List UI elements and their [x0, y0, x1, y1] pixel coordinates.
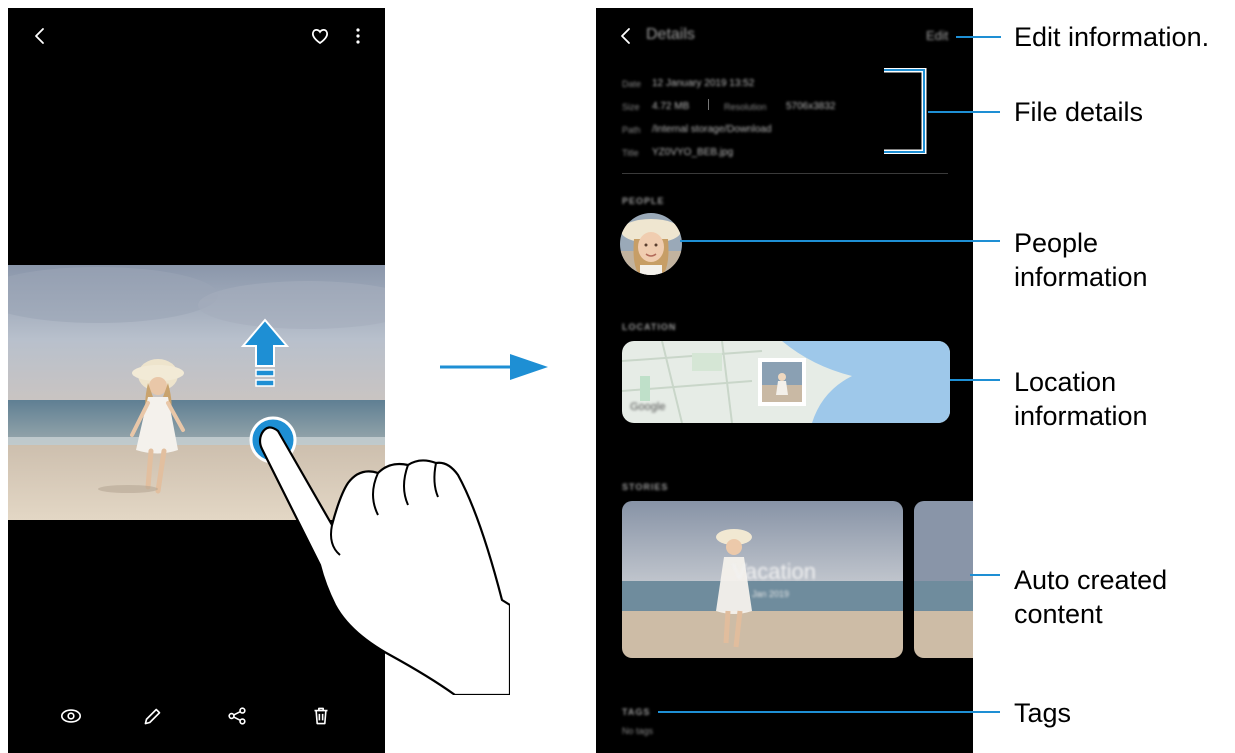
tags-value: No tags — [622, 726, 654, 736]
page-title: Details — [646, 26, 695, 43]
transition-arrow-icon — [440, 352, 550, 382]
callout-line: information — [1014, 262, 1148, 292]
size-value: 4.72 MB — [652, 101, 690, 112]
leader-line — [950, 379, 1000, 381]
google-logo: Google — [630, 401, 666, 413]
title-label: Title — [622, 148, 639, 158]
share-icon[interactable] — [224, 703, 250, 729]
edit-button[interactable]: Edit — [926, 28, 948, 43]
title-value: YZ0VYO_BEB.jpg — [652, 147, 734, 158]
divider — [622, 173, 948, 174]
story-date: Jan 2019 — [752, 589, 790, 599]
date-value: 12 January 2019 13:52 — [652, 78, 755, 89]
file-details-bracket — [884, 67, 928, 155]
location-map[interactable]: Google — [622, 341, 950, 423]
callout-file-details: File details — [1014, 97, 1144, 127]
date-label: Date — [622, 79, 642, 89]
story-card[interactable] — [914, 501, 973, 658]
back-icon[interactable] — [614, 24, 638, 48]
callout-auto-created-content: Auto created content — [1014, 563, 1167, 631]
resolution-label: Resolution — [724, 102, 767, 112]
location-section-label: LOCATION — [622, 322, 677, 332]
finger-touch-illustration-icon — [240, 405, 512, 697]
leader-line — [970, 574, 1000, 576]
callout-location-information: Location information — [1014, 365, 1148, 433]
heart-icon[interactable] — [308, 24, 332, 48]
tags-section-label: TAGS — [622, 707, 651, 717]
callout-people-information: People information — [1014, 226, 1148, 294]
people-section-label: PEOPLE — [622, 196, 665, 206]
edit-icon[interactable] — [140, 703, 166, 729]
separator — [708, 99, 709, 110]
back-icon[interactable] — [28, 24, 52, 48]
stories-section-label: STORIES — [622, 482, 669, 492]
story-title: Vacation — [732, 559, 816, 584]
callout-line: Auto created — [1014, 565, 1168, 595]
resolution-value: 5706x3832 — [786, 101, 836, 112]
story-card[interactable]: Vacation Jan 2019 — [622, 501, 903, 658]
more-options-icon[interactable] — [346, 24, 370, 48]
leader-line — [658, 711, 1000, 713]
callout-line: information — [1014, 401, 1148, 431]
callout-tags: Tags — [1014, 698, 1072, 728]
leader-line — [680, 240, 1000, 242]
callout-line: People — [1014, 228, 1099, 258]
callout-edit-information: Edit information. — [1014, 22, 1210, 52]
delete-icon[interactable] — [308, 703, 334, 729]
swipe-up-arrow-icon — [240, 318, 290, 393]
callout-line: Location — [1014, 367, 1117, 397]
leader-line — [956, 36, 1001, 38]
callout-line: content — [1014, 599, 1103, 629]
path-value: /Internal storage/Download — [652, 124, 772, 135]
size-label: Size — [622, 102, 640, 112]
person-avatar[interactable] — [620, 213, 682, 275]
bixby-vision-icon[interactable] — [58, 703, 84, 729]
leader-line — [928, 111, 1000, 113]
path-label: Path — [622, 125, 641, 135]
